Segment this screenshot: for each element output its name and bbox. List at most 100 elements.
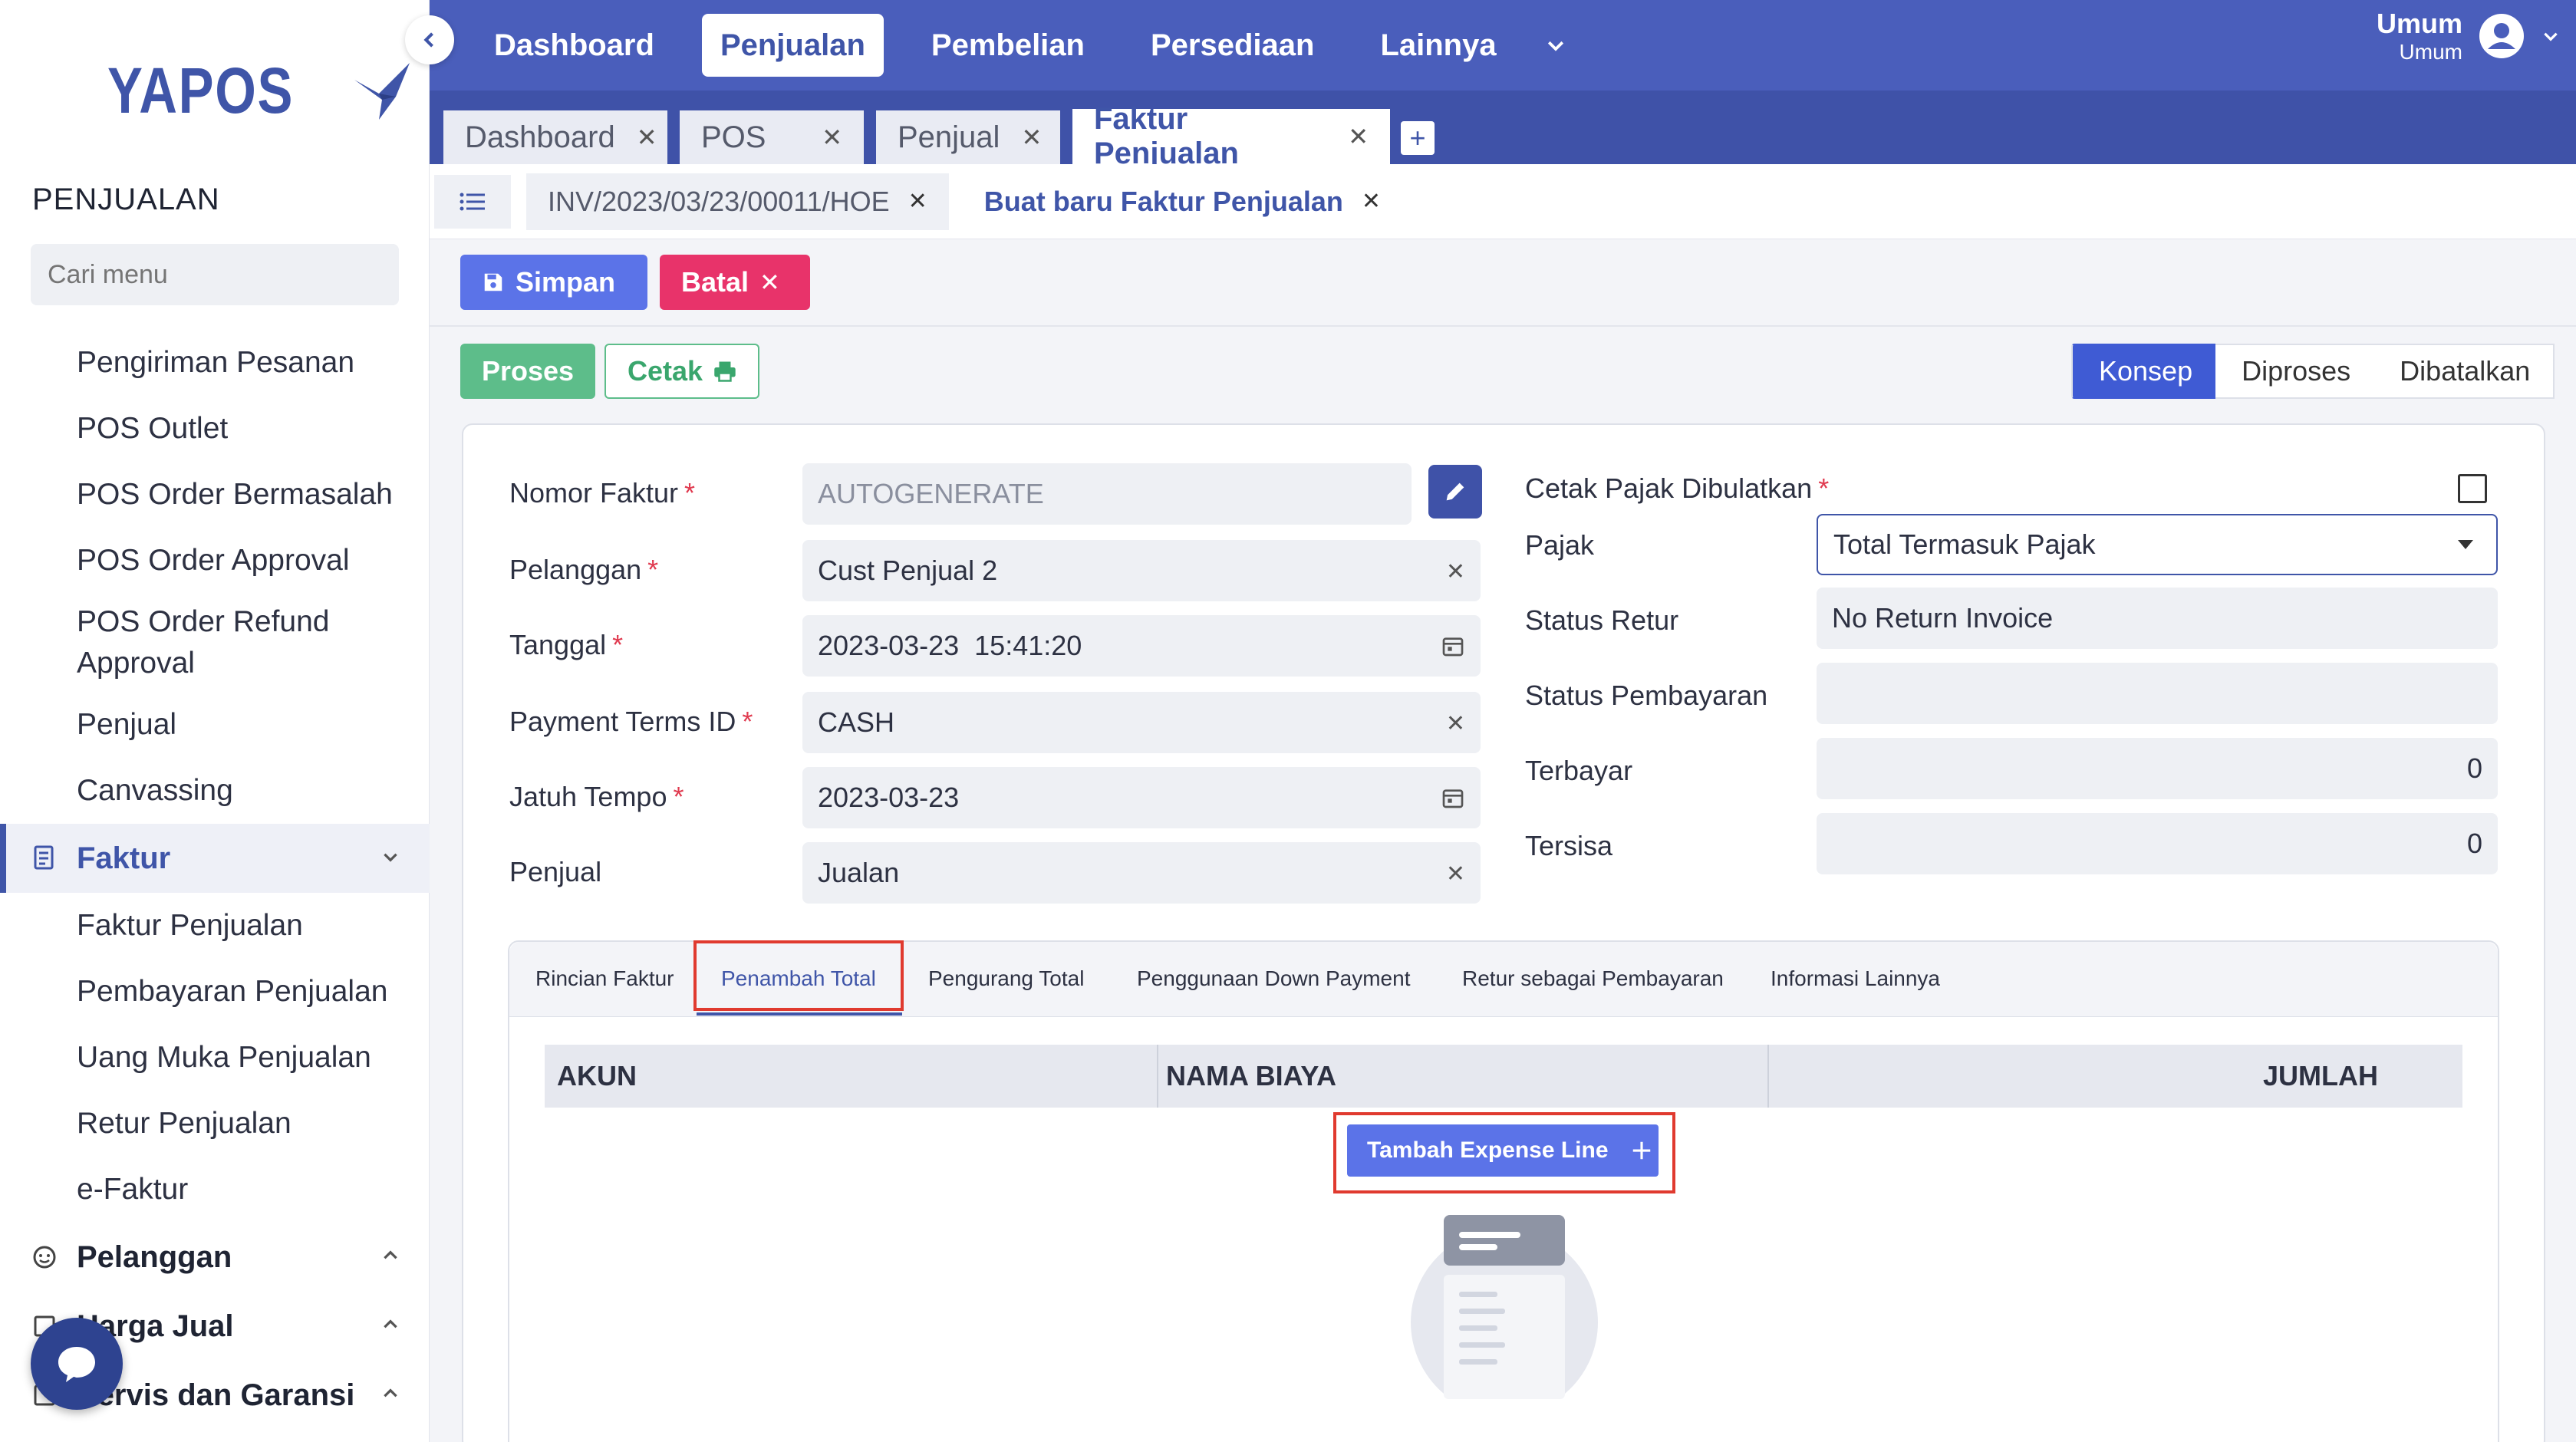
sidebar-group-faktur[interactable]: Faktur <box>0 824 430 893</box>
nav-lainnya[interactable]: Lainnya <box>1362 14 1514 77</box>
close-icon[interactable]: ✕ <box>822 123 842 152</box>
menu-search-input[interactable] <box>48 259 387 290</box>
tab-dashboard[interactable]: Dashboard ✕ <box>443 110 667 164</box>
module-tab-bar: Dashboard ✕ POS ✕ Penjual ✕ Faktur Penjuala… <box>430 91 2576 170</box>
pelanggan-field[interactable]: Cust Penjual 2 ✕ <box>802 540 1481 601</box>
cetak-pajak-checkbox[interactable] <box>2458 474 2487 503</box>
status-pembayaran-field <box>1817 663 2498 724</box>
tab-penggunaan-down-payment[interactable]: Penggunaan Down Payment <box>1137 966 1410 991</box>
chevron-up-icon <box>384 1250 397 1259</box>
sidebar-item-e-faktur[interactable]: e-Faktur <box>0 1157 430 1223</box>
tanggal-field[interactable]: 2023-03-23 15:41:20 <box>802 615 1481 677</box>
bird-logo-icon <box>354 62 410 120</box>
sidebar-item-pos-order-approval[interactable]: POS Order Approval <box>0 528 430 594</box>
nav-persediaan[interactable]: Persediaan <box>1132 14 1332 77</box>
sidebar-group-pelanggan[interactable]: Pelanggan <box>0 1223 430 1292</box>
close-icon[interactable]: ✕ <box>637 123 657 152</box>
status-retur-label: Status Retur <box>1525 604 1679 636</box>
cancel-button[interactable]: Batal ✕ <box>660 255 810 310</box>
tab-faktur-penjualan[interactable]: Faktur Penjualan ✕ <box>1072 102 1390 170</box>
tab-rincian-faktur[interactable]: Rincian Faktur <box>535 966 674 991</box>
cetak-pajak-label: Cetak Pajak Dibulatkan * <box>1525 472 1830 504</box>
close-icon[interactable]: ✕ <box>1021 123 1042 152</box>
empty-state-illustration <box>1411 1215 1598 1399</box>
pelanggan-label: Pelanggan * <box>509 554 659 585</box>
payment-terms-label: Payment Terms ID * <box>509 706 753 737</box>
tab-penjual[interactable]: Penjual ✕ <box>876 110 1060 164</box>
tab-pengurang-total[interactable]: Pengurang Total <box>928 966 1084 991</box>
status-konsep: Konsep <box>2071 344 2216 399</box>
nav-pembelian[interactable]: Pembelian <box>913 14 1103 77</box>
sidebar-item-uang-muka-penjualan[interactable]: Uang Muka Penjualan <box>0 1025 430 1091</box>
sidebar-collapse-button[interactable] <box>405 15 454 64</box>
process-button[interactable]: Proses <box>460 344 595 399</box>
logo[interactable]: YAPOS <box>107 54 417 128</box>
chevron-up-icon <box>384 1388 397 1398</box>
close-icon[interactable]: ✕ <box>1348 122 1369 151</box>
clear-icon[interactable]: ✕ <box>1446 861 1465 887</box>
tersisa-label: Tersisa <box>1525 830 1613 861</box>
list-icon <box>460 193 485 210</box>
tanggal-label: Tanggal * <box>509 629 624 660</box>
user-name: Umum <box>2376 8 2462 39</box>
nomor-faktur-label: Nomor Faktur * <box>509 477 696 509</box>
jatuh-tempo-field[interactable]: 2023-03-23 <box>802 767 1481 828</box>
penjual-label: Penjual <box>509 856 602 887</box>
tab-informasi-lainnya[interactable]: Informasi Lainnya <box>1771 966 1940 991</box>
column-jumlah: JUMLAH <box>2263 1060 2378 1091</box>
nomor-faktur-field[interactable]: AUTOGENERATE <box>802 463 1412 525</box>
divider <box>430 325 2576 327</box>
sidebar-item-pos-order-bermasalah[interactable]: POS Order Bermasalah <box>0 462 430 528</box>
payment-terms-field[interactable]: CASH ✕ <box>802 692 1481 753</box>
tab-new-invoice[interactable]: Buat baru Faktur Penjualan ✕ <box>962 173 1403 230</box>
menu-search[interactable] <box>31 244 399 305</box>
pencil-icon <box>1446 482 1464 501</box>
sidebar-item-faktur-penjualan[interactable]: Faktur Penjualan <box>0 893 430 959</box>
chevron-down-icon[interactable] <box>1544 34 1567 57</box>
print-button[interactable]: Cetak <box>604 344 759 399</box>
list-view-button[interactable] <box>434 174 511 229</box>
calendar-icon[interactable] <box>1441 785 1465 810</box>
add-expense-line-button[interactable]: Tambah Expense Line <box>1347 1124 1659 1177</box>
chevron-down-icon <box>384 853 397 862</box>
tab-retur-sebagai-pembayaran[interactable]: Retur sebagai Pembayaran <box>1462 966 1724 991</box>
clear-icon[interactable]: ✕ <box>1446 558 1465 585</box>
sidebar-item-pos-outlet[interactable]: POS Outlet <box>0 396 430 462</box>
invoice-icon <box>31 844 58 872</box>
pajak-select[interactable]: Total Termasuk Pajak <box>1817 514 2498 575</box>
nav-dashboard[interactable]: Dashboard <box>476 14 673 77</box>
clear-icon[interactable]: ✕ <box>1446 710 1465 737</box>
edit-number-button[interactable] <box>1428 465 1482 519</box>
tab-pos[interactable]: POS ✕ <box>680 110 864 164</box>
close-icon: ✕ <box>759 268 780 296</box>
save-icon <box>484 273 502 291</box>
terbayar-label: Terbayar <box>1525 755 1633 786</box>
sidebar-item-pembayaran-penjualan[interactable]: Pembayaran Penjualan <box>0 959 430 1025</box>
customer-icon <box>31 1243 58 1271</box>
terbayar-field: 0 <box>1817 738 2498 799</box>
save-button[interactable]: Simpan <box>460 255 647 310</box>
user-menu[interactable]: Umum Umum <box>2377 8 2561 64</box>
status-dibatalkan: Dibatalkan <box>2373 344 2555 399</box>
close-icon[interactable]: ✕ <box>1362 188 1381 215</box>
sidebar-item-canvassing[interactable]: Canvassing <box>0 758 430 824</box>
nav-penjualan[interactable]: Penjualan <box>701 14 884 77</box>
sidebar-item-pengiriman-pesanan[interactable]: Pengiriman Pesanan <box>0 330 430 396</box>
close-icon[interactable]: ✕ <box>908 188 927 215</box>
tab-invoice-existing[interactable]: INV/2023/03/23/00011/HOE ✕ <box>526 173 949 230</box>
sidebar-item-retur-penjualan[interactable]: Retur Penjualan <box>0 1091 430 1157</box>
plus-icon <box>1632 1141 1650 1160</box>
column-akun: AKUN <box>545 1045 1158 1108</box>
status-pembayaran-label: Status Pembayaran <box>1525 680 1768 711</box>
status-stepper: Konsep Diproses Dibatalkan <box>2071 344 2555 399</box>
sidebar-item-penjual[interactable]: Penjual <box>0 692 430 758</box>
chat-button[interactable] <box>31 1318 123 1410</box>
sidebar-item-pos-order-refund-approval[interactable]: POS Order Refund Approval <box>0 594 430 692</box>
add-tab-button[interactable]: + <box>1401 121 1435 155</box>
penjual-field[interactable]: Jualan ✕ <box>802 842 1481 904</box>
top-navigation: Dashboard Penjualan Pembelian Persediaan… <box>430 0 2576 91</box>
calendar-icon[interactable] <box>1441 634 1465 658</box>
pajak-label: Pajak <box>1525 529 1595 561</box>
chevron-up-icon <box>384 1319 397 1328</box>
status-diproses: Diproses <box>2215 344 2374 399</box>
